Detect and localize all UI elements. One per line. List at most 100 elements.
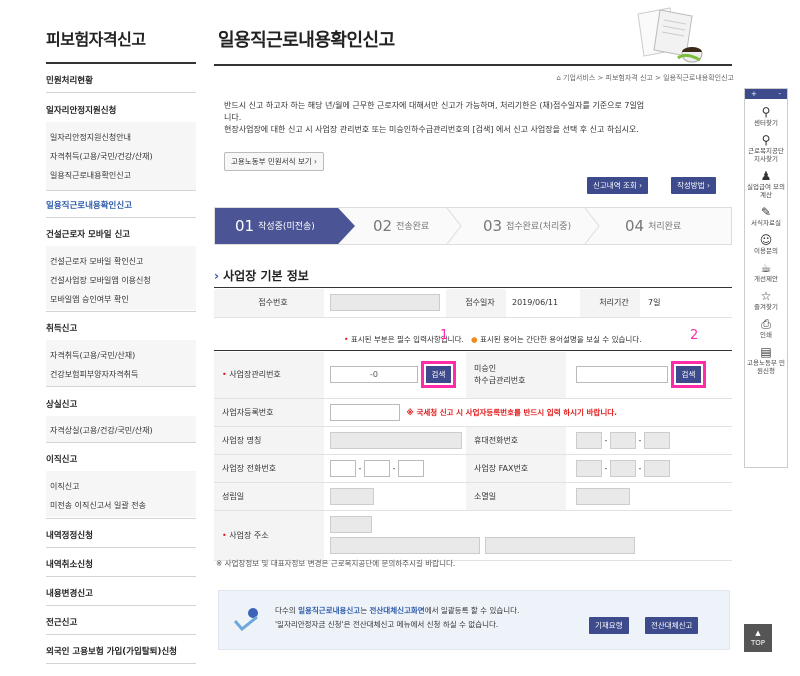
bulk-report-button[interactable]: 전산대체신고 <box>645 617 699 634</box>
nav-title: 피보험자격신고 <box>46 30 146 49</box>
nav-item-correction[interactable]: 내역정정신청 <box>46 529 93 541</box>
step-1-active: 01 작성중(미전송) <box>215 208 355 244</box>
quick-print[interactable]: ⎙ 인쇄 <box>745 317 787 339</box>
receipt-no-field <box>330 294 440 312</box>
sub-mgmt-input[interactable] <box>576 366 668 384</box>
cup-icon: ☕ <box>760 261 772 275</box>
receipt-date-value: 2019/06/11 <box>506 289 580 318</box>
biz-name-label: 사업장 명칭 <box>214 426 324 455</box>
view-forms-button[interactable]: 고용노동부 민원서식 보기 › <box>224 152 325 171</box>
nav-item-construction-mobile[interactable]: 건설근로자 모바일 신고 <box>46 228 130 240</box>
sub-mgmt-label: 미승인 하수급관리번호 <box>466 352 566 399</box>
receipt-no-label: 접수번호 <box>214 289 324 318</box>
quick-center-search[interactable]: ⚲ 센터찾기 <box>745 105 787 127</box>
step-2: 02 전송완료 <box>373 217 430 235</box>
nav-item-change[interactable]: 내용변경신고 <box>46 587 93 599</box>
help-icon: ● <box>471 335 478 344</box>
desc-line: 니다. <box>224 113 242 122</box>
nav-item-foreigner[interactable]: 외국인 고용보험 가입(가입탈퇴)신청 <box>46 645 177 657</box>
nav-divider <box>46 442 196 443</box>
main-content: 일용직근로내용확인신고 ⌂ 기업서비스 > 피보험자격 신고 > 일용직근로내용… <box>214 0 734 676</box>
edit-icon: ✎ <box>760 205 772 219</box>
home-icon[interactable]: ⌂ <box>556 74 563 82</box>
arrow-up-icon: ▲ <box>755 629 761 637</box>
nav-divider <box>46 634 196 635</box>
nav-item-acquisition[interactable]: 취득신고 <box>46 322 77 334</box>
nav-divider <box>46 92 196 93</box>
address-fields <box>324 510 732 561</box>
left-navigation: 피보험자격신고 민원처리현황 일자리안정지원신청 일자리안정지원신청안내 자격취… <box>0 0 200 676</box>
quick-ministry[interactable]: ▤ 고용노동부 민원신청 <box>745 345 787 375</box>
business-info-table: • 사업장관리번호 -0 검색 미승인 하수급관리번호 검색 사업자등록번호 ※ … <box>214 352 732 561</box>
receipt-info-table: 접수번호 접수일자 2019/06/11 처리기간 7일 <box>214 289 732 318</box>
quick-menu: + - ⚲ 센터찾기 ⚲ 근로복지공단 지사찾기 ♟ 실업급여 모의계산 ✎ 서식자료실 … <box>744 88 788 468</box>
nav-divider <box>46 605 196 606</box>
quick-menu-header: + - <box>745 89 787 99</box>
mgmt-no-label: • 사업장관리번호 <box>214 352 324 399</box>
nav-sub-item[interactable]: 자격취득(고용/국민/산재) <box>50 350 135 361</box>
nav-sub-item[interactable]: 건설근로자 모바일 확인신고 <box>50 256 143 267</box>
est-date-label: 성립일 <box>214 482 324 511</box>
mobile-label: 휴대전화번호 <box>466 426 566 455</box>
table-rule <box>214 287 732 288</box>
print-icon: ⎙ <box>761 317 771 331</box>
nav-item-loss[interactable]: 상실신고 <box>46 398 77 410</box>
nav-sub-item[interactable]: 미전송 이직신고서 일괄 전송 <box>50 500 146 511</box>
expand-icon[interactable]: + <box>751 89 757 99</box>
quick-forms[interactable]: ✎ 서식자료실 <box>745 205 787 227</box>
nav-divider <box>46 311 196 312</box>
nav-sub-item[interactable]: 일자리안정지원신청안내 <box>50 132 131 143</box>
check-info-icon <box>233 605 263 635</box>
nav-item-transfer[interactable]: 전근신고 <box>46 616 77 628</box>
marker-2: 2 <box>690 328 699 343</box>
quick-benefit-calc[interactable]: ♟ 실업급여 모의계산 <box>745 169 787 199</box>
nav-divider <box>46 386 196 387</box>
nav-sub-item[interactable]: 건강보험피부양자자격취득 <box>50 369 138 380</box>
nav-item-separation[interactable]: 이직신고 <box>46 453 77 465</box>
notice-box: 다수의 일용직근로내용신고는 전산대체신고화면에서 일괄등록 할 수 있습니다.… <box>218 590 730 650</box>
nav-sub-item[interactable]: 모바일앱 승인여부 확인 <box>50 294 129 305</box>
nav-item-daily-report-active[interactable]: 일용직근로내용확인신고 <box>46 199 132 211</box>
title-rule <box>214 64 732 66</box>
nav-sub-item[interactable]: 일용직근로내용확인신고 <box>50 170 131 181</box>
quick-inquiry[interactable]: ☺ 이용문의 <box>745 233 787 255</box>
biz-name-field <box>330 431 462 449</box>
quick-favorites[interactable]: ☆ 즐겨찾기 <box>745 289 787 311</box>
nav-sub-item[interactable]: 자격상실(고용/건강/국민/산재) <box>50 425 153 436</box>
nav-item-job-stability[interactable]: 일자리안정지원신청 <box>46 104 116 116</box>
biz-reg-input[interactable] <box>330 403 400 421</box>
close-date-label: 소멸일 <box>466 482 566 511</box>
scroll-top-button[interactable]: ▲ TOP <box>744 624 772 652</box>
how-to-write-button[interactable]: 작성방법 › <box>671 177 716 194</box>
biz-reg-label: 사업자등록번호 <box>214 398 324 427</box>
quick-suggestion[interactable]: ☕ 개선제안 <box>745 261 787 283</box>
nav-item-status[interactable]: 민원처리현황 <box>46 74 93 86</box>
notice-line-2: '일자리안정자금 신청'은 전산대체신고 메뉴에서 신청 하실 수 없습니다. <box>275 620 499 629</box>
period-label: 처리기간 <box>580 289 640 318</box>
section-title: › 사업장 기본 정보 <box>214 269 309 283</box>
nav-divider <box>46 547 196 548</box>
quick-branch-search[interactable]: ⚲ 근로복지공단 지사찾기 <box>745 133 787 163</box>
nav-item-cancel[interactable]: 내역취소신청 <box>46 558 93 570</box>
mgmt-search-button[interactable]: 검색 <box>425 366 452 384</box>
history-inquiry-button[interactable]: 신고내역 조회 › <box>587 177 649 194</box>
nav-divider <box>46 62 196 64</box>
required-note: • 표시된 부분은 필수 입력사항입니다. ● 표시된 용어는 간단한 용어설명… <box>344 335 642 344</box>
marker-1: 1 <box>440 328 449 343</box>
phone-fields: - - <box>324 454 466 483</box>
phone-label: 사업장 전화번호 <box>214 454 324 483</box>
search-highlight-2: 검색 <box>670 361 707 389</box>
nav-sub-item[interactable]: 건설사업장 모바일앱 이용신청 <box>50 275 151 286</box>
nav-divider <box>46 576 196 577</box>
nav-divider <box>46 518 196 519</box>
nav-sub-item[interactable]: 이직신고 <box>50 481 79 492</box>
document-illustration <box>630 6 710 64</box>
fax-fields: - - <box>566 454 732 483</box>
close-date-field <box>576 487 630 505</box>
collapse-icon[interactable]: - <box>778 89 781 99</box>
mgmt-no-input[interactable]: -0 <box>330 366 418 384</box>
guide-button[interactable]: 기재요령 <box>589 617 629 634</box>
sub-mgmt-search-button[interactable]: 검색 <box>675 366 702 384</box>
nav-sub-item[interactable]: 자격취득(고용/국민/건강/산재) <box>50 151 153 162</box>
nav-divider <box>46 217 196 218</box>
